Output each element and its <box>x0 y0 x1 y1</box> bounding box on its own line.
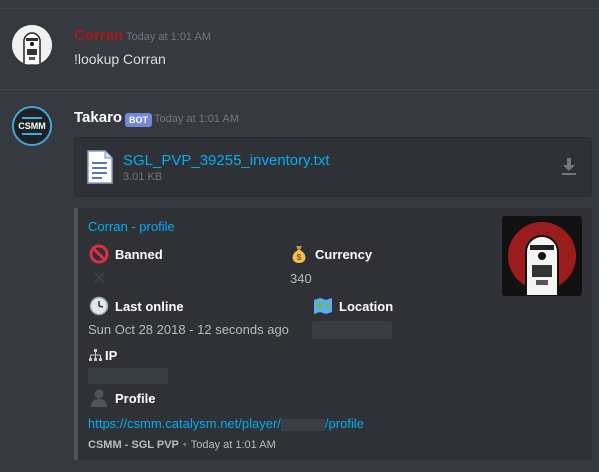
currency-value: 340 <box>290 271 312 286</box>
csmm-logo-icon: CSMM <box>14 108 50 144</box>
field-profile: Profile <box>88 388 155 408</box>
field-banned-label: Banned <box>115 246 163 262</box>
chat-window: Corran Today at 1:01 AM !lookup Corran C… <box>0 0 599 472</box>
file-name-link[interactable]: SGL_PVP_39255_inventory.txt <box>123 152 330 169</box>
field-profile-label: Profile <box>115 390 156 406</box>
profile-link-prefix[interactable]: https://csmm.catalysm.net/player/ <box>88 416 281 431</box>
no-entry-icon <box>88 244 110 264</box>
message-username[interactable]: Takaro <box>74 109 122 126</box>
footer-source: CSMM - SGL PVP <box>88 439 179 451</box>
r2d2-thumbnail-icon <box>502 216 582 296</box>
user-avatar[interactable] <box>12 25 52 65</box>
banned-value: ✕ <box>91 268 108 290</box>
network-icon <box>88 345 102 365</box>
embed-thumbnail[interactable] <box>502 216 582 296</box>
download-icon[interactable] <box>561 158 577 181</box>
message-divider <box>0 8 599 9</box>
field-last-online-label: Last online <box>115 298 184 314</box>
r2d2-avatar-icon <box>12 25 52 65</box>
footer-separator: • <box>182 439 187 451</box>
person-silhouette-icon <box>88 388 110 408</box>
file-attachment: SGL_PVP_39255_inventory.txt 3.01 KB <box>74 137 592 197</box>
svg-text:$: $ <box>297 253 302 262</box>
profile-embed: Corran - profile Banned ✕ $ Currency 340… <box>74 208 592 460</box>
footer-time: Today at 1:01 AM <box>190 439 276 451</box>
message-timestamp: Today at 1:01 AM <box>126 31 211 43</box>
field-banned: Banned <box>88 244 163 264</box>
map-icon <box>312 296 334 316</box>
profile-link[interactable]: https://csmm.catalysm.net/player/ /profil… <box>88 416 364 431</box>
ip-redacted <box>88 368 168 384</box>
svg-text:CSMM: CSMM <box>18 121 46 131</box>
message-text: !lookup Corran <box>74 51 166 67</box>
field-ip-label: IP <box>105 347 118 363</box>
field-location: Location <box>312 296 393 316</box>
field-last-online: Last online <box>88 296 184 316</box>
field-currency: $ Currency <box>288 244 372 264</box>
last-online-value: Sun Oct 28 2018 - 12 seconds ago <box>88 322 289 337</box>
field-currency-label: Currency <box>315 246 373 262</box>
clock-icon <box>88 296 110 316</box>
message-username[interactable]: Corran <box>74 27 123 44</box>
field-ip: IP <box>88 345 117 365</box>
profile-link-redacted <box>280 418 325 431</box>
text-file-icon <box>87 150 113 189</box>
bot-badge: BOT <box>125 113 152 127</box>
embed-title[interactable]: Corran - profile <box>88 219 175 234</box>
message-divider <box>0 89 599 90</box>
profile-link-suffix[interactable]: /profile <box>325 416 364 431</box>
money-bag-icon: $ <box>288 244 310 264</box>
file-size: 3.01 KB <box>123 171 163 183</box>
bot-avatar[interactable]: CSMM <box>12 106 52 146</box>
field-location-label: Location <box>339 298 394 314</box>
embed-footer: CSMM - SGL PVP • Today at 1:01 AM <box>88 439 276 451</box>
message-timestamp: Today at 1:01 AM <box>154 113 239 125</box>
location-redacted <box>312 321 392 339</box>
